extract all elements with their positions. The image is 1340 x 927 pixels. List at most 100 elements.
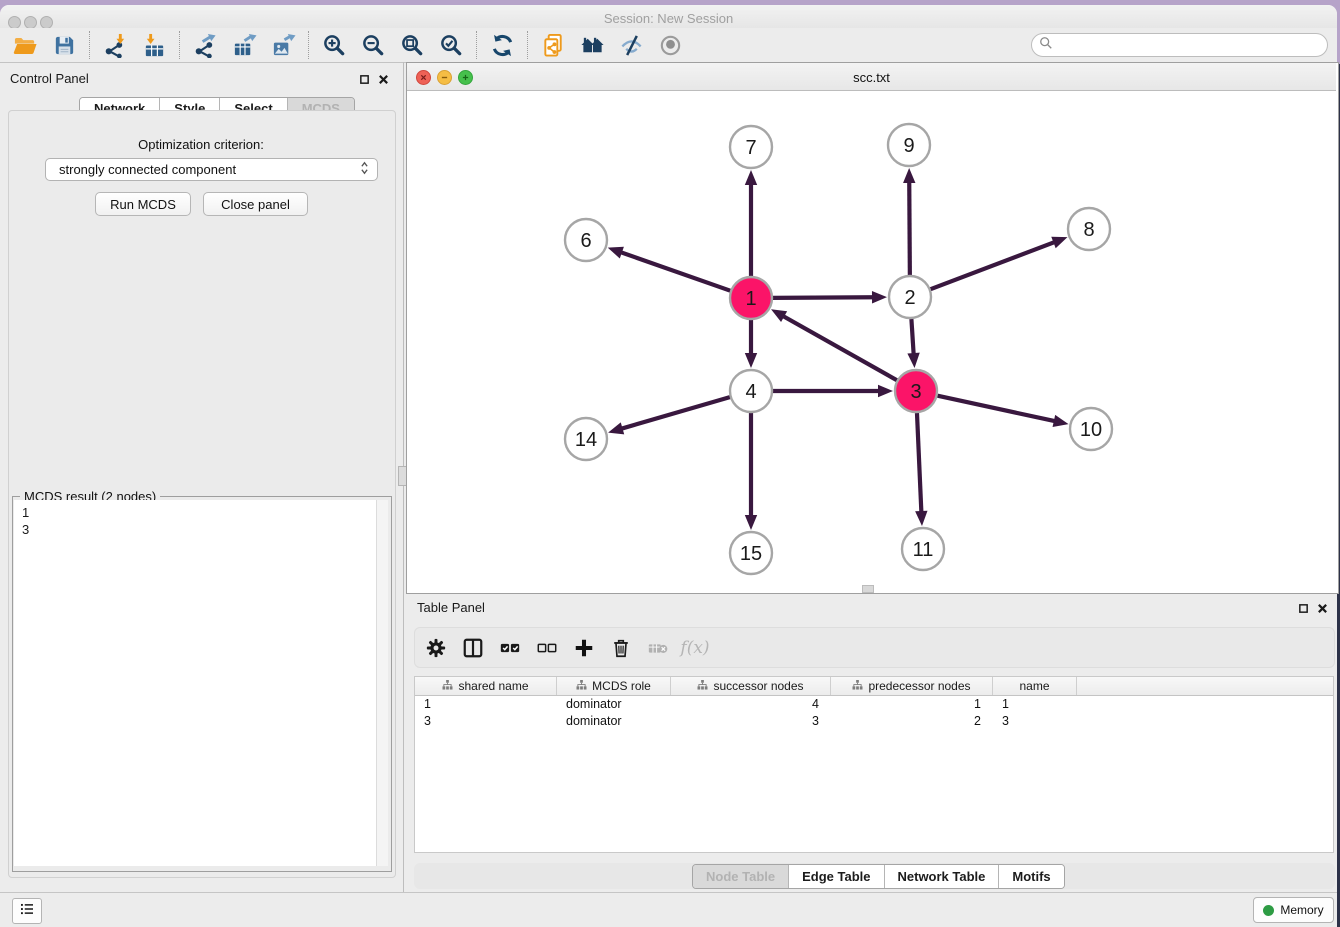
graph-node-label: 2 <box>904 287 915 309</box>
network-window-title: scc.txt <box>407 70 1336 85</box>
clear-selection-icon[interactable] <box>535 636 559 660</box>
import-network-icon[interactable] <box>102 32 128 58</box>
task-history-button[interactable] <box>12 898 42 924</box>
zoom-fit-icon[interactable] <box>399 32 425 58</box>
status-bar <box>0 892 1337 927</box>
zoom-selected-icon[interactable] <box>438 32 464 58</box>
network-canvas[interactable]: 7968124314101511 <box>408 91 1337 591</box>
edge-arrowhead <box>915 511 927 526</box>
close-panel-button[interactable]: Close panel <box>203 192 308 216</box>
edge-2-8[interactable] <box>931 242 1056 289</box>
delete-icon[interactable] <box>609 636 633 660</box>
table-cell[interactable]: 1 <box>993 696 1077 713</box>
control-panel-close-icon[interactable] <box>377 73 389 85</box>
column-header-successor-nodes[interactable]: successor nodes <box>671 677 831 695</box>
toolbar-group <box>477 28 527 62</box>
function-builder-icon: f(x) <box>683 636 707 660</box>
edge-1-2[interactable] <box>773 297 874 298</box>
destroy-table-icon <box>646 636 670 660</box>
edge-arrowhead <box>1051 237 1067 249</box>
graph-node-label: 11 <box>913 539 934 561</box>
edge-4-14[interactable] <box>621 397 730 429</box>
table-cell[interactable]: dominator <box>557 713 671 730</box>
network-graph: 7968124314101511 <box>408 91 1337 591</box>
network-window-titlebar: scc.txt <box>407 63 1336 91</box>
table-cell[interactable]: 1 <box>415 696 557 713</box>
tab-node-table[interactable]: Node Table <box>693 865 789 888</box>
add-icon[interactable] <box>572 636 596 660</box>
edge-3-1[interactable] <box>782 316 896 381</box>
open-session-icon[interactable] <box>12 32 38 58</box>
sort-hierarchy-icon <box>697 679 708 693</box>
search-input[interactable] <box>1057 35 1327 55</box>
mcds-result-values: 1 3 <box>14 500 388 542</box>
run-mcds-button[interactable]: Run MCDS <box>95 192 191 216</box>
search-field[interactable] <box>1031 33 1328 57</box>
table-cell[interactable]: 4 <box>671 696 831 713</box>
edge-arrowhead <box>1053 415 1069 427</box>
graph-node-label: 9 <box>903 135 914 157</box>
open-network-doc-icon[interactable] <box>540 32 566 58</box>
zoom-out-icon[interactable] <box>360 32 386 58</box>
export-image-icon[interactable] <box>270 32 296 58</box>
criterion-dropdown-value: strongly connected component <box>59 162 236 177</box>
edge-3-10[interactable] <box>937 396 1055 422</box>
table-cell[interactable]: 3 <box>415 713 557 730</box>
table-cell[interactable]: 3 <box>671 713 831 730</box>
sort-hierarchy-icon <box>576 679 587 693</box>
column-header-name[interactable]: name <box>993 677 1077 695</box>
show-panel-eye-icon[interactable] <box>657 32 683 58</box>
edge-arrowhead <box>608 422 624 434</box>
graph-node-label: 6 <box>580 230 591 252</box>
table-tabs: Node TableEdge TableNetwork TableMotifs <box>692 864 1065 889</box>
export-network-icon[interactable] <box>192 32 218 58</box>
column-header-shared-name[interactable]: shared name <box>415 677 557 695</box>
criterion-dropdown[interactable]: strongly connected component <box>45 158 378 181</box>
table-panel-close-icon[interactable] <box>1316 602 1328 614</box>
settings-icon[interactable] <box>424 636 448 660</box>
table-panel-title: Table Panel <box>417 600 485 615</box>
refresh-icon[interactable] <box>489 32 515 58</box>
network-view-window: scc.txt 7968124314101511 <box>406 62 1339 594</box>
result-scrollbar[interactable] <box>376 500 388 866</box>
home-view-icon[interactable] <box>579 32 605 58</box>
table-cell[interactable]: dominator <box>557 696 671 713</box>
tab-network-table[interactable]: Network Table <box>885 865 1000 888</box>
column-header-MCDS-role[interactable]: MCDS role <box>557 677 671 695</box>
export-table-icon[interactable] <box>231 32 257 58</box>
edge-arrowhead <box>745 170 757 185</box>
edge-2-3[interactable] <box>911 319 913 355</box>
sort-hierarchy-icon <box>852 679 863 693</box>
tab-edge-table[interactable]: Edge Table <box>789 865 884 888</box>
select-all-icon[interactable] <box>498 636 522 660</box>
zoom-in-icon[interactable] <box>321 32 347 58</box>
tab-motifs[interactable]: Motifs <box>999 865 1063 888</box>
memory-button[interactable]: Memory <box>1253 897 1334 923</box>
edge-arrowhead <box>608 247 624 259</box>
column-header-predecessor-nodes[interactable]: predecessor nodes <box>831 677 993 695</box>
toolbar-group <box>0 28 89 62</box>
table-cell[interactable]: 2 <box>831 713 993 730</box>
control-panel-float-icon[interactable] <box>358 73 370 85</box>
list-icon <box>18 900 36 923</box>
edge-1-6[interactable] <box>620 252 730 291</box>
table-toolbar: f(x) <box>414 627 1335 668</box>
graph-node-label: 8 <box>1083 219 1094 241</box>
table-row[interactable]: 1dominator411 <box>415 696 1333 713</box>
mcds-result-textarea[interactable]: 1 3 <box>14 500 388 866</box>
hide-panel-eye-icon[interactable] <box>618 32 644 58</box>
split-panel-icon[interactable] <box>461 636 485 660</box>
table-cell[interactable]: 3 <box>993 713 1077 730</box>
table-header-row: shared nameMCDS role successor nodes prede… <box>415 677 1333 696</box>
network-bottom-splitter-grip[interactable] <box>862 585 874 593</box>
table-cell[interactable]: 1 <box>831 696 993 713</box>
edge-arrowhead <box>745 353 757 368</box>
table-panel-float-icon[interactable] <box>1297 602 1309 614</box>
edge-2-9[interactable] <box>909 181 910 275</box>
column-label: successor nodes <box>713 679 803 693</box>
column-label: predecessor nodes <box>868 679 970 693</box>
edge-3-11[interactable] <box>917 413 921 513</box>
import-table-icon[interactable] <box>141 32 167 58</box>
save-session-icon[interactable] <box>51 32 77 58</box>
table-row[interactable]: 3dominator323 <box>415 713 1333 730</box>
